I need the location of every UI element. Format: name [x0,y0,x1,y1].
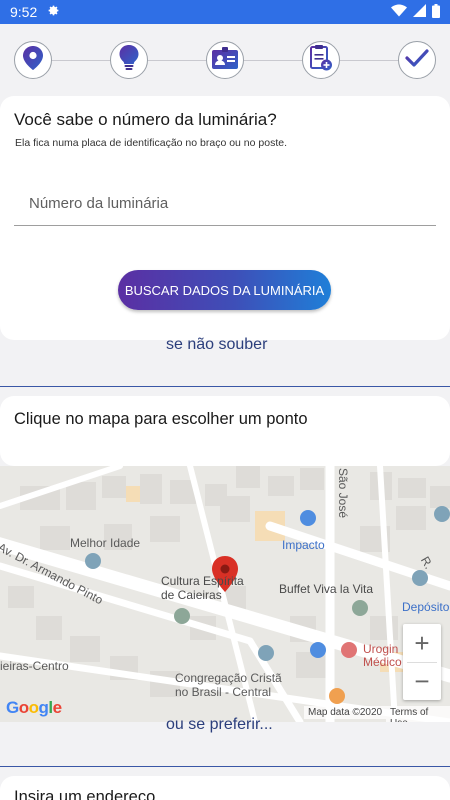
address-card-title: Insira um endereço [14,788,156,800]
map-label-medico: Médico [363,655,402,669]
map-label-buffet: Buffet Viva la Vita [279,582,374,596]
app-root: 9:52 Você sabe o número da luminária? El… [0,0,450,800]
battery-icon [432,3,440,21]
luminaire-question-title: Você sabe o número da luminária? [14,110,277,129]
status-time: 9:52 [10,4,38,20]
status-bar: 9:52 [0,0,450,24]
map-label-urogin: Urogin [363,642,399,656]
map-label-congregacao-1: Congregação Cristã [175,671,282,685]
if-not-known-text: se não souber [166,336,268,353]
map-label-sao-jose: São José [336,468,350,519]
google-logo: Google [6,698,62,717]
map-data-attribution: Map data ©2020 [304,706,387,719]
location-pin-icon [23,45,43,75]
lightbulb-icon [118,44,140,76]
step-luminaire[interactable] [110,41,148,79]
progress-stepper [0,24,450,96]
step-finish[interactable] [398,41,436,79]
zoom-out-button[interactable]: − [403,662,441,700]
luminaire-question-subtitle: Ela fica numa placa de identificação no … [15,137,288,149]
map-label-melhor-idade: Melhor Idade [70,536,141,550]
zoom-in-button[interactable]: + [403,624,441,662]
zoom-separator [407,662,437,663]
wifi-icon [391,4,407,20]
id-card-icon [212,46,238,74]
map-label-cultura-2: de Caieiras [161,588,222,602]
map-label-caieiras-centro: ieiras-Centro [0,659,69,673]
map-label-deposito: Depósito [402,600,450,614]
luminaire-card: Você sabe o número da luminária? Ela fic… [0,96,450,340]
luminaire-number-field [14,182,436,226]
settings-gear-icon [47,4,60,20]
map-label-congregacao-2: no Brasil - Central [175,685,272,699]
luminaire-number-input[interactable] [14,182,436,225]
clipboard-add-icon [310,44,332,76]
search-luminaire-button[interactable]: BUSCAR DADOS DA LUMINÁRIA [118,270,331,310]
cell-signal-icon [413,4,426,20]
section-divider-2 [0,766,450,767]
step-identification[interactable] [206,41,244,79]
map-label-impacto: Impacto [282,538,325,552]
map-card-title: Clique no mapa para escolher um ponto [14,410,308,428]
map-card: Clique no mapa para escolher um ponto [0,396,450,466]
step-location[interactable] [14,41,52,79]
or-if-prefer-text: ou se preferir... [166,716,273,733]
checkmark-icon [405,48,429,73]
map-zoom-controls: + − [403,624,441,700]
map-label-cultura-1: Cultura Espírita [161,574,244,588]
address-card: Insira um endereço [0,776,450,800]
section-divider [0,386,450,387]
map-view[interactable]: São José Melhor Idade Impacto R. Av. Dr.… [0,466,450,722]
step-report[interactable] [302,41,340,79]
map-terms-link[interactable]: Terms of Use [386,706,450,722]
